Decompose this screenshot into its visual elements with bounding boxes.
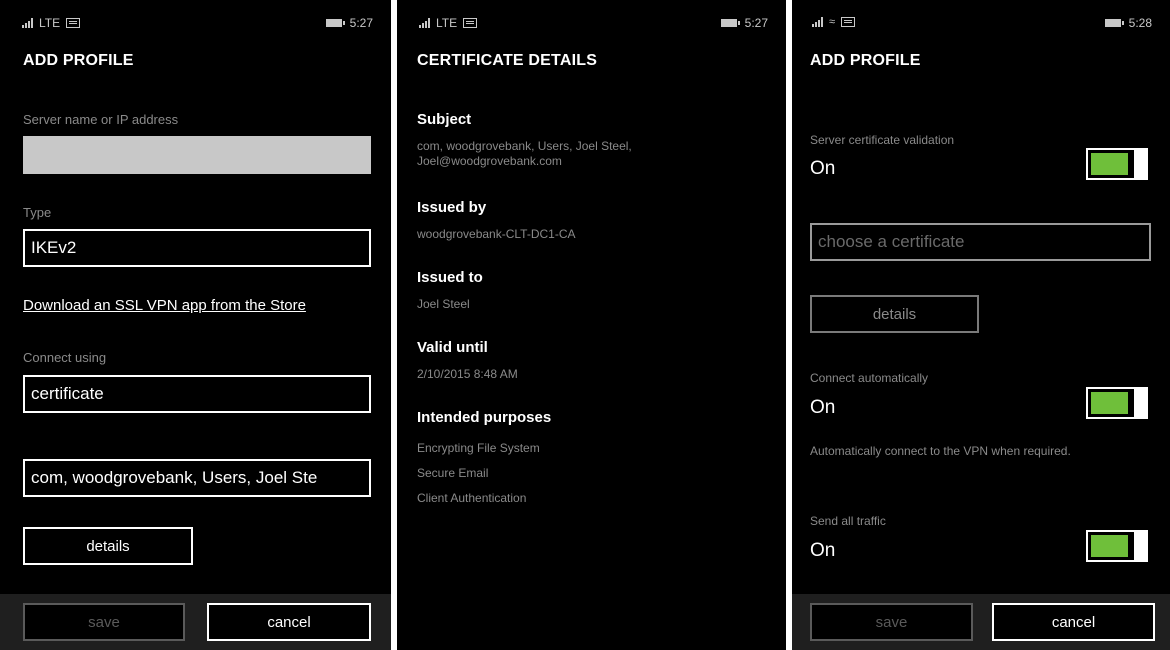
network-type: LTE — [39, 16, 61, 30]
save-button[interactable]: save — [23, 603, 185, 641]
connect-using-select[interactable]: certificate — [23, 375, 371, 413]
intended-purposes-label: Intended purposes — [417, 409, 552, 426]
cancel-button[interactable]: cancel — [207, 603, 371, 641]
clock: 5:27 — [744, 16, 768, 30]
status-bar: LTE 5:27 — [0, 14, 391, 34]
valid-until-value: 2/10/2015 8:48 AM — [417, 367, 518, 381]
type-label: Type — [23, 205, 52, 220]
app-bar: save cancel — [0, 594, 391, 650]
subject-value: com, woodgrovebank, Users, Joel Steel, J… — [417, 139, 632, 169]
issued-to-value: Joel Steel — [417, 297, 470, 311]
message-icon — [841, 17, 856, 27]
connect-automatically-description: Automatically connect to the VPN when re… — [810, 444, 1071, 458]
signal-icon — [812, 17, 823, 27]
subject-label: Subject — [417, 111, 472, 128]
signal-icon — [419, 18, 430, 28]
subject-line: Joel@woodgrovebank.com — [417, 154, 562, 168]
send-all-traffic-label: Send all traffic — [810, 514, 886, 528]
server-cert-validation-label: Server certificate validation — [810, 133, 955, 147]
app-bar: save cancel — [792, 594, 1170, 650]
server-cert-validation-toggle[interactable] — [1086, 148, 1148, 180]
purpose-item: Client Authentication — [417, 491, 527, 505]
signal-icon — [22, 18, 33, 28]
network-type: LTE — [436, 16, 458, 30]
save-button[interactable]: save — [810, 603, 973, 641]
status-bar: ≈ 5:28 — [792, 14, 1170, 34]
subject-line: com, woodgrovebank, Users, Joel Steel, — [417, 139, 632, 153]
intended-purposes-list: Encrypting File System Secure Email Clie… — [417, 436, 540, 511]
store-link[interactable]: Download an SSL VPN app from the Store — [23, 297, 306, 314]
certificate-input[interactable]: choose a certificate — [810, 223, 1151, 261]
connect-automatically-label: Connect automatically — [810, 371, 929, 385]
wifi-icon: ≈ — [829, 16, 836, 28]
page-title: ADD PROFILE — [23, 52, 134, 69]
issued-to-label: Issued to — [417, 269, 483, 286]
page-title: ADD PROFILE — [810, 52, 921, 69]
purpose-item: Encrypting File System — [417, 441, 540, 455]
valid-until-label: Valid until — [417, 339, 488, 356]
add-profile-screen: LTE 5:27 ADD PROFILE Server name or IP a… — [0, 0, 391, 650]
battery-icon — [1104, 19, 1124, 27]
issued-by-label: Issued by — [417, 199, 487, 216]
send-all-traffic-value: On — [810, 540, 836, 561]
server-name-input[interactable] — [23, 136, 371, 174]
issued-by-value: woodgrovebank-CLT-DC1-CA — [417, 227, 576, 241]
toggle-fill — [1091, 153, 1128, 175]
page-title: CERTIFICATE DETAILS — [417, 52, 598, 69]
toggle-thumb — [1134, 148, 1148, 180]
type-select[interactable]: IKEv2 — [23, 229, 371, 267]
battery-icon — [325, 19, 345, 27]
details-button[interactable]: details — [810, 295, 979, 333]
connect-using-label: Connect using — [23, 350, 107, 365]
message-icon — [66, 18, 81, 28]
add-profile-screen-2: ≈ 5:28 ADD PROFILE Server certificate va… — [792, 0, 1170, 650]
certificate-select[interactable]: com, woodgrovebank, Users, Joel Ste — [23, 459, 371, 497]
details-button[interactable]: details — [23, 527, 193, 565]
clock: 5:27 — [349, 16, 373, 30]
toggle-fill — [1091, 392, 1128, 414]
toggle-thumb — [1134, 530, 1148, 562]
server-cert-validation-value: On — [810, 158, 836, 179]
toggle-thumb — [1134, 387, 1148, 419]
connect-automatically-value: On — [810, 397, 836, 418]
message-icon — [463, 18, 478, 28]
send-all-traffic-toggle[interactable] — [1086, 530, 1148, 562]
toggle-fill — [1091, 535, 1128, 557]
connect-automatically-toggle[interactable] — [1086, 387, 1148, 419]
certificate-details-screen: LTE 5:27 CERTIFICATE DETAILS Subject com… — [397, 0, 786, 650]
server-name-label: Server name or IP address — [23, 112, 179, 127]
purpose-item: Secure Email — [417, 466, 489, 480]
clock: 5:28 — [1128, 16, 1152, 30]
cancel-button[interactable]: cancel — [992, 603, 1155, 641]
status-bar: LTE 5:27 — [397, 14, 786, 34]
battery-icon — [720, 19, 740, 27]
